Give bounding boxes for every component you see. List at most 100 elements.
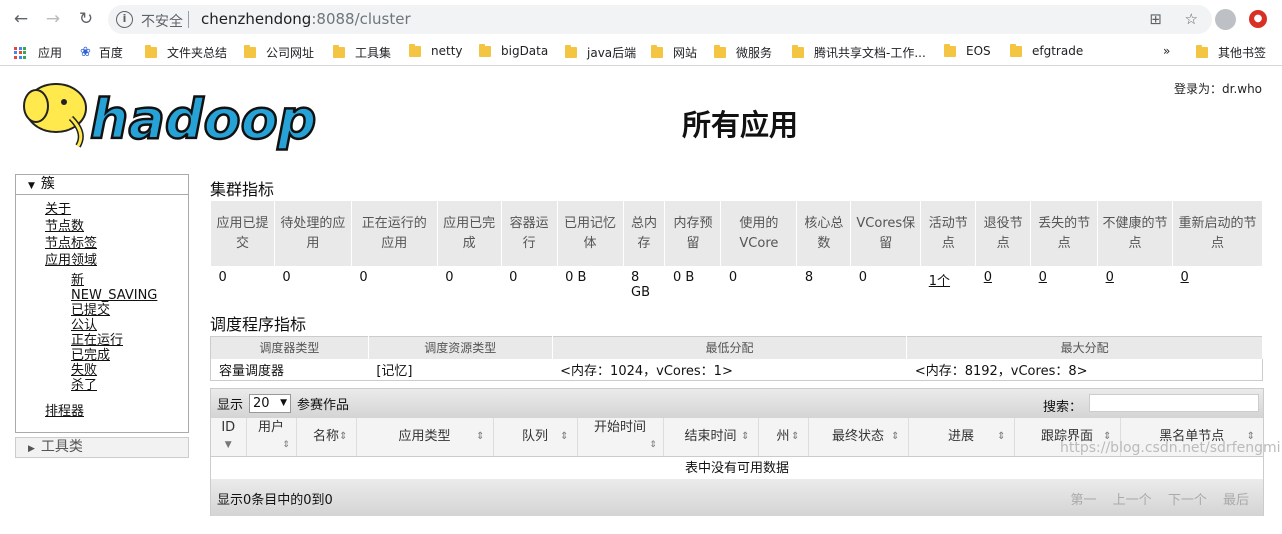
header-label: 开始时间 bbox=[593, 420, 646, 436]
column-header: 已用记忆体 bbox=[556, 200, 624, 267]
nav-link-failed[interactable]: 失败 bbox=[71, 363, 188, 378]
bookmark-label: 公司网址 bbox=[266, 46, 315, 60]
pager-previous-button[interactable]: 上一个 bbox=[1113, 493, 1152, 508]
bookmark-folder[interactable]: netty bbox=[409, 43, 463, 58]
insecure-label: 不安全 bbox=[141, 14, 183, 30]
nav-link-finished[interactable]: 已完成 bbox=[71, 348, 188, 363]
nav-link-new[interactable]: 新 bbox=[71, 273, 188, 288]
nav-link-running[interactable]: 正在运行 bbox=[71, 333, 188, 348]
bookmark-folder[interactable]: 腾讯共享文档-工作... bbox=[792, 44, 926, 61]
info-icon[interactable]: i bbox=[116, 11, 133, 28]
bookmark-label: 应用 bbox=[38, 46, 63, 60]
sidebar-section-cluster[interactable]: ▼ 簇 bbox=[15, 174, 189, 195]
hadoop-logo: hadoop bbox=[23, 83, 316, 152]
sort-icon: ▼ bbox=[224, 440, 232, 451]
bookmark-label: 其他书签 bbox=[1218, 46, 1267, 60]
column-header-state[interactable]: 州 ⇕ bbox=[758, 418, 809, 457]
bookmark-folder[interactable]: 工具集 bbox=[333, 44, 391, 61]
baidu-paw-icon: ❀ bbox=[80, 45, 91, 60]
column-header-user[interactable]: 用户 ⇕ bbox=[246, 418, 297, 457]
separator bbox=[188, 11, 189, 28]
column-header-id[interactable]: ID ▼ bbox=[211, 418, 247, 457]
table-cell: <内存：8192，vCores：8> bbox=[914, 363, 1088, 379]
table-row: 表中没有可用数据 bbox=[211, 456, 1263, 476]
bookmark-folder[interactable]: EOS bbox=[944, 43, 991, 58]
nav-link-about[interactable]: 关于 bbox=[45, 201, 188, 218]
address-bar[interactable]: i 不安全 chenzhendong:8088/cluster ⊞ ☆ bbox=[108, 5, 1212, 34]
pager-last-button[interactable]: 最后 bbox=[1223, 493, 1249, 508]
column-header-final-status[interactable]: 最终状态 ⇕ bbox=[808, 418, 909, 457]
table-cell: 0 bbox=[1098, 267, 1173, 307]
extension-icon[interactable]: ● bbox=[1249, 10, 1267, 28]
active-nodes-link[interactable]: 1个 bbox=[929, 274, 950, 289]
column-header-progress[interactable]: 进展 ⇕ bbox=[908, 418, 1015, 457]
nav-link-new-saving[interactable]: NEW_SAVING bbox=[71, 288, 188, 303]
nav-link-submitted[interactable]: 已提交 bbox=[71, 303, 188, 318]
sidebar-section-tools[interactable]: ▶ 工具类 bbox=[15, 437, 189, 458]
header-label: 用户 bbox=[257, 420, 284, 436]
bookmarks-more[interactable]: » bbox=[1163, 44, 1170, 58]
unhealthy-nodes-link[interactable]: 0 bbox=[1106, 270, 1114, 285]
url-text[interactable]: chenzhendong:8088/cluster bbox=[201, 10, 411, 28]
nav-link-applications[interactable]: 应用领域 bbox=[45, 252, 188, 269]
bookmark-folder[interactable]: 网站 bbox=[651, 44, 697, 61]
cluster-metrics-table: 应用已提交 待处理的应用 正在运行的应用 应用已完成 容器运行 已用记忆体 总内… bbox=[210, 200, 1264, 307]
bookmark-folder[interactable]: 文件夹总结 bbox=[145, 44, 227, 61]
section-label: 工具类 bbox=[40, 439, 83, 455]
bookmark-folder[interactable]: java后端 bbox=[565, 44, 636, 61]
bookmark-folder[interactable]: efgtrade bbox=[1010, 43, 1083, 58]
watermark-text: https://blog.csdn.net/sdrfengmi bbox=[1060, 440, 1281, 456]
url-path: :8088/cluster bbox=[311, 10, 411, 28]
nav-link-node-labels[interactable]: 节点标签 bbox=[45, 235, 188, 252]
star-icon[interactable]: ☆ bbox=[1185, 10, 1198, 28]
bookmark-baidu[interactable]: ❀ 百度 bbox=[80, 44, 123, 61]
bookmark-folder[interactable]: 公司网址 bbox=[244, 44, 314, 61]
bookmark-apps[interactable]: 应用 bbox=[14, 44, 62, 61]
bookmarks-bar: 应用 ❀ 百度 文件夹总结 公司网址 工具集 netty bigData java… bbox=[0, 40, 1282, 64]
folder-icon bbox=[1196, 45, 1208, 58]
column-header-app-type[interactable]: 应用类型 ⇕ bbox=[356, 418, 494, 457]
nav-link-nodes[interactable]: 节点数 bbox=[45, 218, 188, 235]
sort-icon: ⇕ bbox=[476, 431, 485, 442]
table-row: 容量调度器 [记忆] <内存：1024，vCores：1> <内存：8192，v… bbox=[211, 359, 1263, 381]
login-status: 登录为：dr.who bbox=[1174, 82, 1263, 96]
folder-icon bbox=[792, 45, 804, 58]
browser-chrome: ← → ↻ i 不安全 chenzhendong:8088/cluster ⊞ … bbox=[0, 0, 1282, 66]
bookmark-folder[interactable]: bigData bbox=[479, 43, 548, 58]
pager-next-button[interactable]: 下一个 bbox=[1168, 493, 1207, 508]
column-header-name[interactable]: 名称 ⇕ bbox=[296, 418, 357, 457]
column-header: 使用的VCore bbox=[720, 200, 798, 267]
bookmark-label: 网站 bbox=[673, 46, 698, 60]
profile-avatar-icon[interactable] bbox=[1215, 9, 1236, 30]
page-size-select[interactable]: 20 bbox=[249, 394, 292, 413]
folder-icon bbox=[565, 45, 577, 58]
lost-nodes-link[interactable]: 0 bbox=[1039, 270, 1047, 285]
reload-icon[interactable]: ↻ bbox=[75, 8, 97, 30]
header-label: 最终状态 bbox=[831, 428, 884, 444]
forward-icon[interactable]: → bbox=[42, 8, 64, 30]
folder-icon bbox=[479, 43, 491, 57]
folder-icon bbox=[145, 45, 157, 58]
nav-link-scheduler[interactable]: 排程器 bbox=[45, 403, 188, 420]
column-header-start-time[interactable]: 开始时间 ⇕ bbox=[577, 418, 664, 457]
table-cell: 0 bbox=[858, 270, 868, 285]
nav-link-accepted[interactable]: 公认 bbox=[71, 318, 188, 333]
nav-link-killed[interactable]: 杀了 bbox=[71, 378, 188, 393]
table-cell: 0 bbox=[218, 270, 227, 285]
bookmark-label: 微服务 bbox=[736, 46, 773, 60]
rebooted-nodes-link[interactable]: 0 bbox=[1180, 270, 1188, 285]
column-header-finish-time[interactable]: 结束时间 ⇕ bbox=[663, 418, 759, 457]
pager-first-button[interactable]: 第一 bbox=[1071, 493, 1097, 508]
sort-icon: ⇕ bbox=[339, 431, 348, 442]
back-icon[interactable]: ← bbox=[10, 8, 32, 30]
scheduler-metrics-table: 调度器类型 调度资源类型 最低分配 最大分配 容量调度器 [记忆] <内存：10… bbox=[210, 336, 1263, 381]
bookmark-folder[interactable]: 微服务 bbox=[714, 44, 772, 61]
translate-icon[interactable]: ⊞ bbox=[1149, 10, 1162, 28]
bookmark-label: 腾讯共享文档-工作... bbox=[814, 46, 926, 60]
decommissioned-nodes-link[interactable]: 0 bbox=[984, 270, 992, 285]
column-header-queue[interactable]: 队列 ⇕ bbox=[493, 418, 578, 457]
column-header: 调度资源类型 bbox=[368, 336, 553, 359]
bookmark-other[interactable]: 其他书签 bbox=[1196, 44, 1266, 61]
cluster-metrics-title: 集群指标 bbox=[210, 180, 275, 199]
search-input[interactable] bbox=[1089, 394, 1259, 412]
